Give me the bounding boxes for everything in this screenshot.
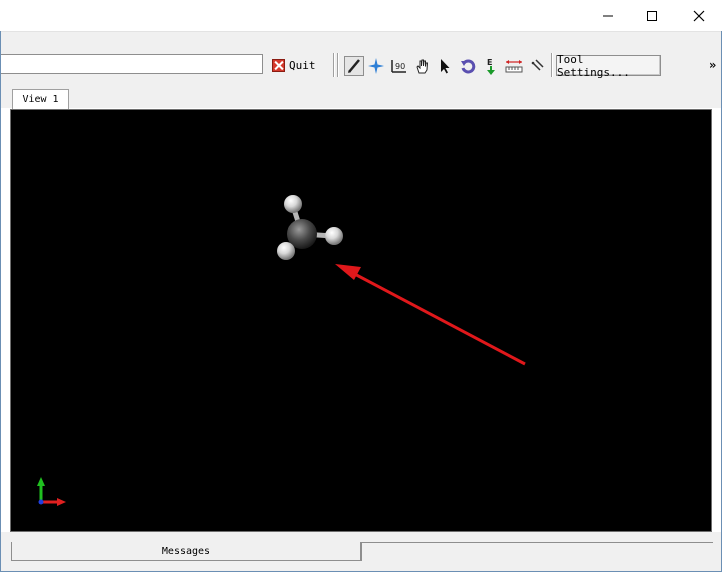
annotation-arrow-head bbox=[335, 264, 361, 280]
draw-tool-icon bbox=[348, 59, 360, 73]
manipulate-tool-button[interactable] bbox=[412, 56, 432, 76]
minimize-icon bbox=[603, 15, 613, 16]
rotate-tool-icon bbox=[461, 59, 476, 74]
auto-optimize-tool-icon: E bbox=[487, 58, 495, 75]
quit-button[interactable]: Quit bbox=[268, 55, 320, 75]
close-button[interactable] bbox=[676, 0, 722, 31]
rotate-tool-button[interactable] bbox=[458, 56, 478, 76]
measure-angle-tool-icon: 90 bbox=[391, 60, 406, 73]
measure-angle-tool-button[interactable]: 90 bbox=[389, 56, 409, 76]
dock-panel-area bbox=[361, 542, 713, 561]
hydrogen-atom bbox=[284, 195, 302, 213]
molecule-viewport[interactable] bbox=[10, 109, 712, 532]
hydrogen-atom bbox=[325, 227, 343, 245]
svg-text:90: 90 bbox=[395, 62, 405, 71]
draw-tool-button[interactable] bbox=[344, 56, 364, 76]
main-toolbar: Quit 90 E Tool Settings... » bbox=[1, 31, 721, 86]
maximize-icon bbox=[647, 10, 657, 21]
align-tool-icon bbox=[531, 59, 544, 71]
svg-text:E: E bbox=[487, 58, 492, 67]
hydrogen-atom bbox=[277, 242, 295, 260]
ruler-measure-tool-icon bbox=[505, 60, 523, 73]
auto-optimize-tool-button[interactable]: E bbox=[481, 56, 501, 76]
navigate-tool-icon bbox=[368, 58, 384, 74]
align-tool-button[interactable] bbox=[527, 56, 547, 76]
ruler-tool-button[interactable] bbox=[504, 56, 524, 76]
close-icon bbox=[693, 10, 705, 21]
toolbar-overflow-button[interactable]: » bbox=[709, 58, 716, 72]
molecule-scene bbox=[37, 195, 526, 506]
select-tool-button[interactable] bbox=[435, 56, 455, 76]
messages-tab[interactable]: Messages bbox=[11, 542, 361, 561]
axes-indicator bbox=[37, 477, 66, 506]
navigate-tool-button[interactable] bbox=[366, 56, 386, 76]
toolbar-separator bbox=[337, 53, 339, 77]
title-bar bbox=[0, 0, 722, 31]
tab-view-1[interactable]: View 1 bbox=[12, 89, 69, 109]
toolbar-separator bbox=[551, 53, 553, 77]
annotation-arrow-shaft bbox=[346, 268, 526, 366]
tool-settings-button[interactable]: Tool Settings... bbox=[556, 53, 661, 79]
toolbar-combo-field[interactable] bbox=[1, 54, 263, 74]
window-border-left bbox=[0, 31, 1, 572]
manipulate-hand-tool-icon bbox=[416, 59, 429, 74]
maximize-button[interactable] bbox=[629, 0, 675, 31]
select-arrow-tool-icon bbox=[441, 59, 450, 74]
quit-label: Quit bbox=[289, 58, 316, 72]
bottom-dock: Messages bbox=[1, 532, 721, 571]
toolbar-separator bbox=[333, 53, 335, 77]
quit-icon bbox=[272, 58, 285, 72]
minimize-button[interactable] bbox=[585, 0, 631, 31]
view-tab-bar: View 1 bbox=[1, 86, 721, 109]
